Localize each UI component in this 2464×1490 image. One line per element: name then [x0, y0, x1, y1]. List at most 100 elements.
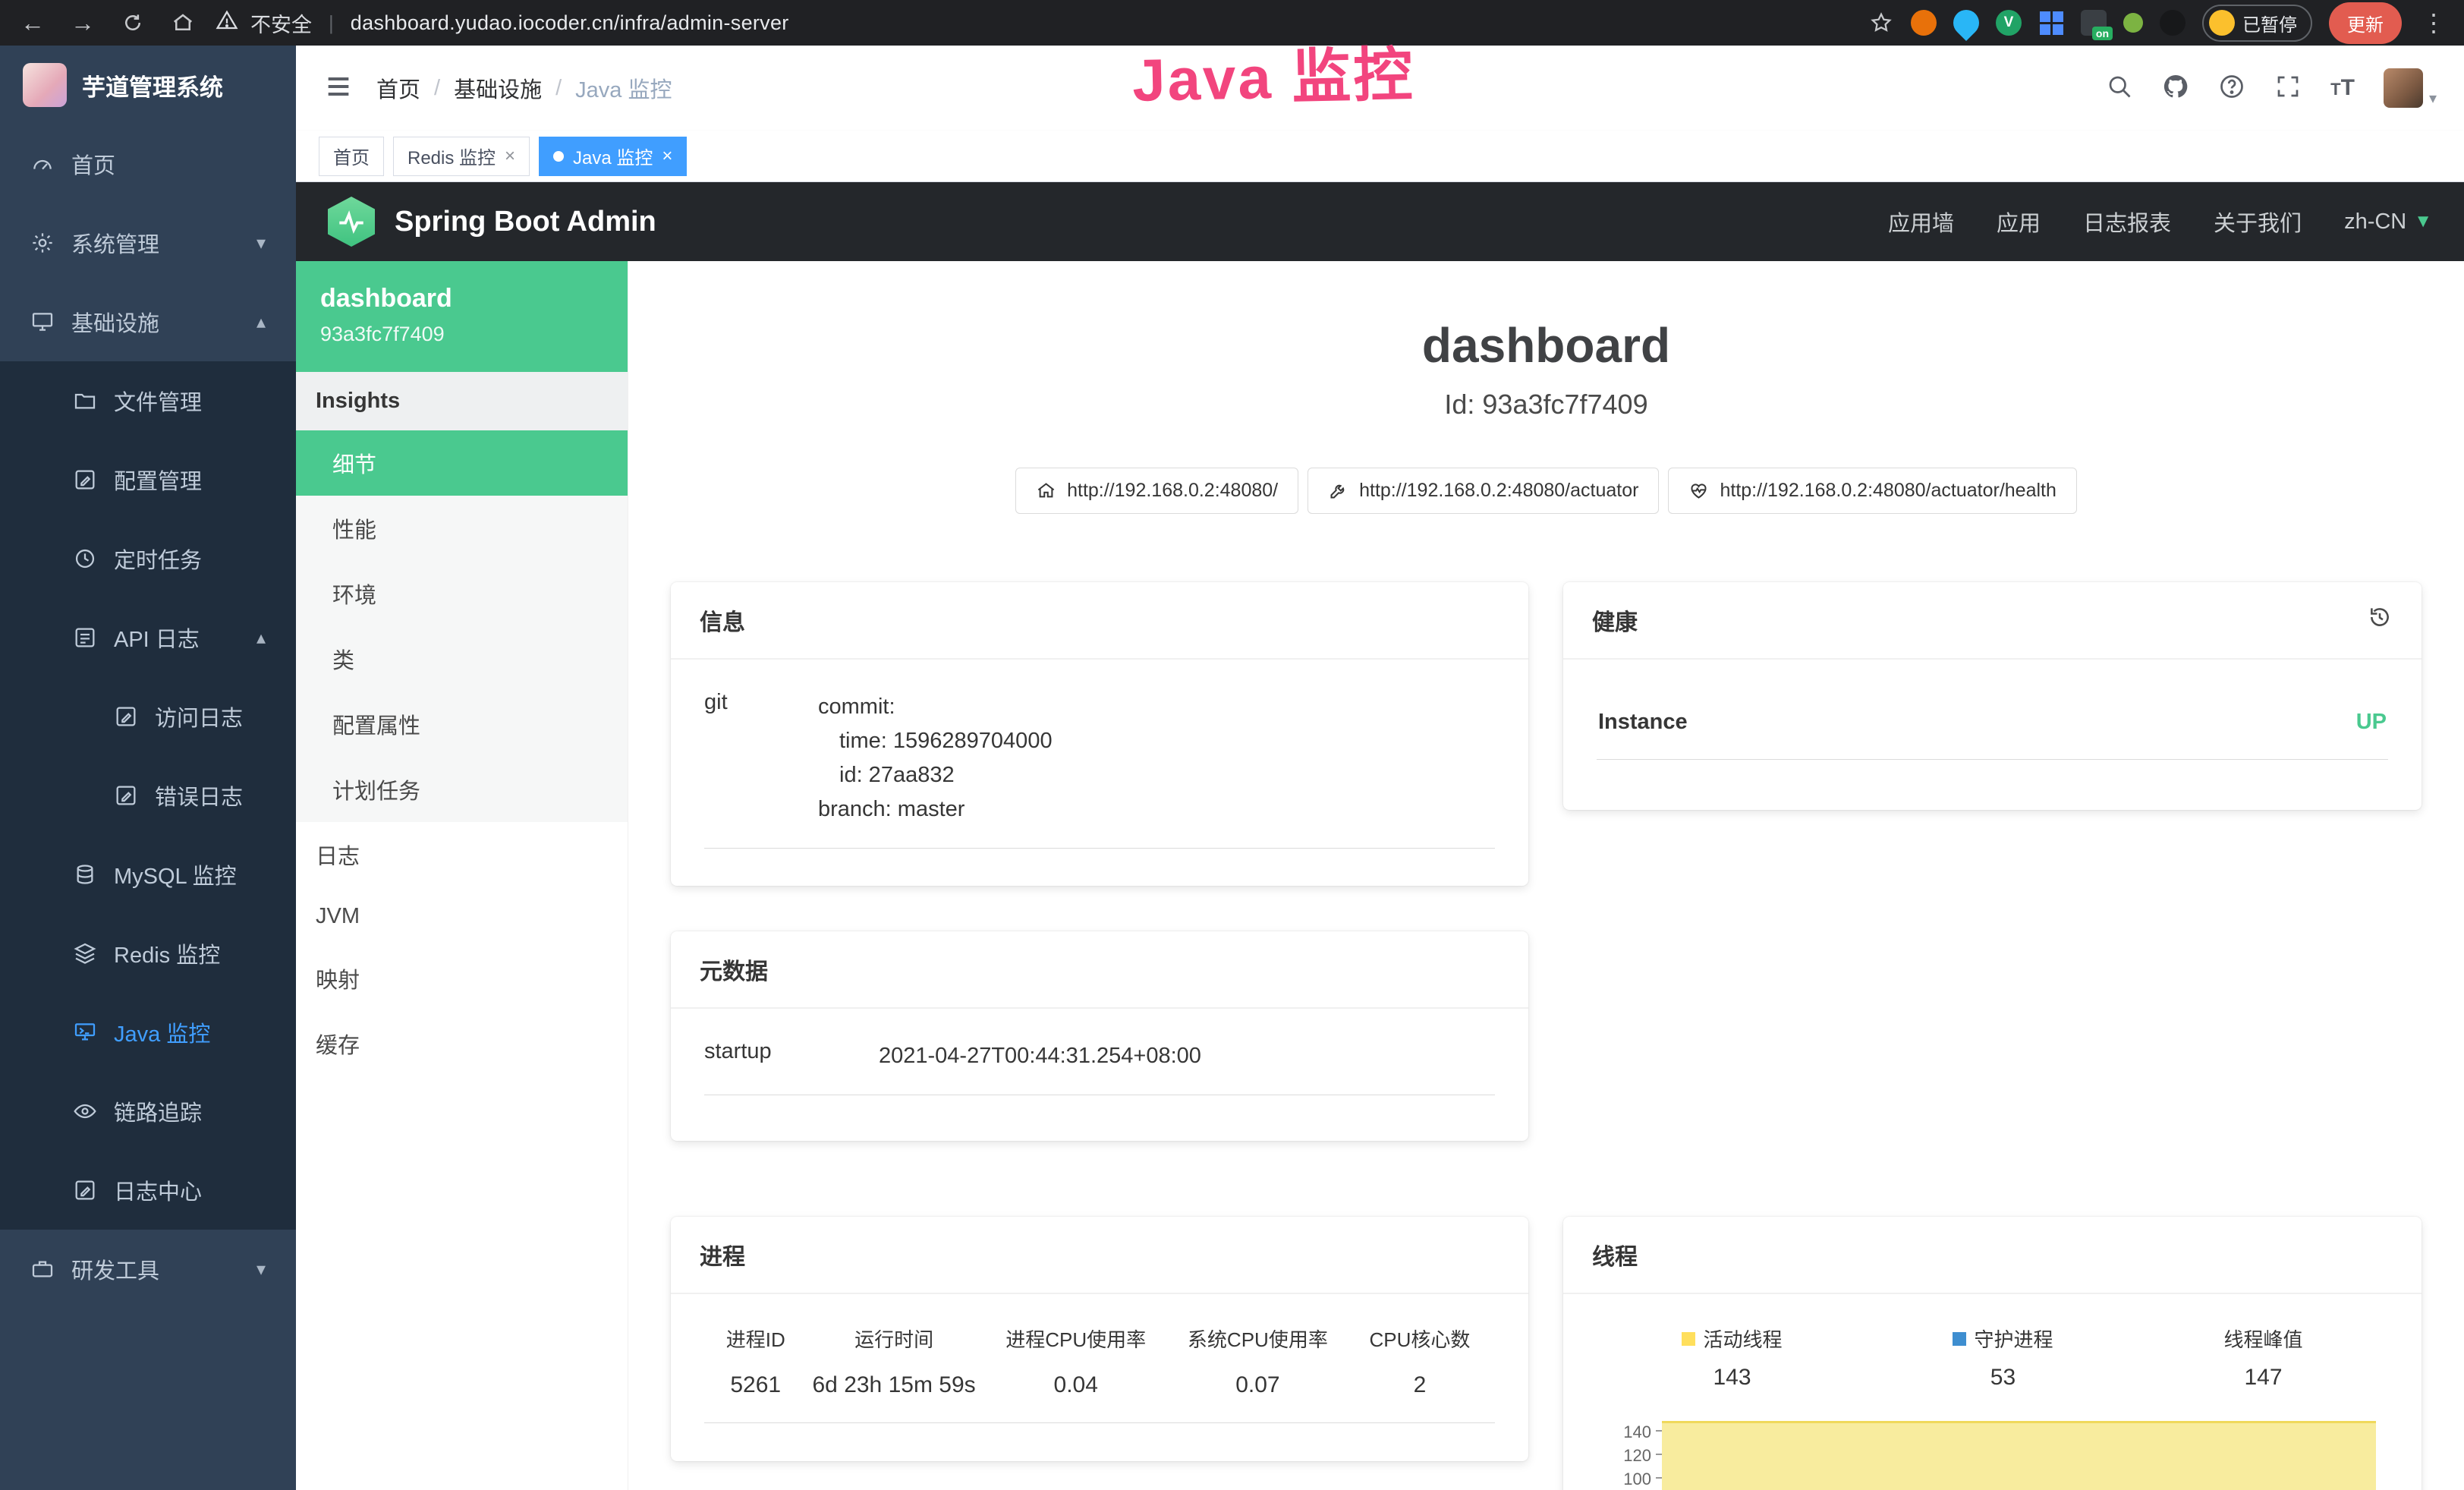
reload-icon[interactable]: [115, 5, 150, 40]
sidebar-item-file[interactable]: 文件管理: [0, 361, 296, 440]
instance-id: 93a3fc7f7409: [320, 323, 603, 346]
sba-item-configprops[interactable]: 配置属性: [296, 691, 628, 757]
sba-item-logfile[interactable]: 日志: [296, 822, 628, 887]
close-icon[interactable]: ×: [662, 146, 672, 167]
doc-edit-icon: [114, 783, 138, 808]
breadcrumb-home[interactable]: 首页: [376, 72, 420, 104]
github-icon[interactable]: [2162, 73, 2189, 104]
sba-item-details[interactable]: 细节: [296, 430, 628, 496]
sba-locale-select[interactable]: zh-CN ▼: [2344, 209, 2432, 235]
tab-label: Java 监控: [573, 143, 653, 169]
actuator-url-button[interactable]: http://192.168.0.2:48080/actuator: [1308, 468, 1659, 514]
extension-dark-icon[interactable]: [2160, 10, 2186, 36]
breadcrumb-infra[interactable]: 基础设施: [454, 72, 542, 104]
service-url-button[interactable]: http://192.168.0.2:48080/: [1015, 468, 1298, 514]
doc-edit-icon: [73, 1178, 97, 1202]
extension-grid-icon[interactable]: [2038, 10, 2064, 36]
log-icon: [73, 625, 97, 650]
bookmark-star-icon[interactable]: [1868, 10, 1894, 36]
git-time-line: time: 1596289704000: [818, 724, 1495, 758]
legend-peak: 线程峰值 147: [2223, 1325, 2302, 1391]
sba-item-mappings[interactable]: 映射: [296, 946, 628, 1011]
active-dot-icon: [553, 151, 564, 162]
forward-icon[interactable]: →: [65, 5, 100, 40]
health-url-button[interactable]: http://192.168.0.2:48080/actuator/health: [1668, 468, 2076, 514]
sidebar-item-config[interactable]: 配置管理: [0, 440, 296, 519]
back-icon[interactable]: ←: [15, 5, 50, 40]
home-icon[interactable]: [165, 5, 200, 40]
profile-paused-badge[interactable]: 已暂停: [2202, 5, 2312, 42]
user-menu[interactable]: ▾: [2384, 68, 2437, 108]
metadata-card: 元数据 startup 2021-04-27T00:44:31.254+08:0…: [671, 931, 1528, 1141]
sidebar-item-mysql[interactable]: MySQL 监控: [0, 835, 296, 914]
tab-label: 首页: [333, 143, 370, 169]
sba-item-env[interactable]: 环境: [296, 561, 628, 626]
tab-java[interactable]: Java 监控 ×: [539, 137, 687, 176]
sba-item-jvm[interactable]: JVM: [296, 887, 628, 946]
sidebar-item-apilog[interactable]: API 日志 ▴: [0, 598, 296, 677]
sba-item-caches[interactable]: 缓存: [296, 1011, 628, 1076]
gauge-icon: [30, 152, 55, 176]
fullscreen-icon[interactable]: [2274, 73, 2302, 104]
sidebar-item-label: Java 监控: [114, 1016, 210, 1048]
locale-label: zh-CN: [2344, 209, 2406, 235]
tab-redis[interactable]: Redis 监控 ×: [393, 137, 530, 176]
extension-leaf-icon[interactable]: [2123, 13, 2143, 33]
search-icon[interactable]: [2106, 73, 2133, 104]
sba-group-insights: Insights: [296, 372, 628, 430]
history-icon[interactable]: [2367, 604, 2393, 636]
health-card: 健康 Instance UP: [1563, 582, 2422, 810]
chevron-down-icon: ▾: [256, 1258, 266, 1281]
sidebar-item-home[interactable]: 首页: [0, 124, 296, 203]
sba-item-classes[interactable]: 类: [296, 626, 628, 691]
monitor-icon: [30, 310, 55, 334]
browser-menu-icon[interactable]: ⋮: [2418, 8, 2449, 37]
sba-nav-journal[interactable]: 日志报表: [2083, 206, 2171, 238]
git-branch-line: branch: master: [818, 792, 1495, 827]
sidebar-item-system[interactable]: 系统管理 ▾: [0, 203, 296, 282]
breadcrumb-separator: /: [555, 76, 562, 101]
sba-nav-wallboard[interactable]: 应用墙: [1888, 206, 1954, 238]
extension-orange-icon[interactable]: [1911, 10, 1937, 36]
sidebar-item-java[interactable]: Java 监控: [0, 993, 296, 1072]
threads-chart-y-axis: 140 120 100: [1597, 1416, 1662, 1490]
sidebar-toggle-icon[interactable]: [323, 71, 354, 106]
sidebar-item-redis[interactable]: Redis 监控: [0, 914, 296, 993]
edit-icon: [73, 468, 97, 492]
info-value: commit: time: 1596289704000 id: 27aa832 …: [818, 690, 1495, 827]
sba-sidebar: dashboard 93a3fc7f7409 Insights 细节 性能 环境…: [296, 261, 628, 1490]
metadata-key: startup: [704, 1039, 879, 1073]
annotation-text: Java 监控: [1131, 27, 1415, 118]
live-threads-area: [1662, 1421, 2376, 1490]
chrome-update-button[interactable]: 更新: [2329, 2, 2402, 44]
sidebar-item-label: 定时任务: [114, 543, 202, 575]
health-instance-label: Instance: [1598, 710, 1688, 735]
tab-home[interactable]: 首页: [319, 137, 384, 176]
help-icon[interactable]: [2218, 73, 2245, 104]
home-icon: [1036, 480, 1056, 501]
sidebar-item-infra[interactable]: 基础设施 ▴: [0, 282, 296, 361]
extension-ublock-icon[interactable]: on: [2081, 10, 2107, 36]
sidebar-item-accesslog[interactable]: 访问日志: [0, 677, 296, 756]
sidebar-item-errorlog[interactable]: 错误日志: [0, 756, 296, 835]
sidebar-item-job[interactable]: 定时任务: [0, 519, 296, 598]
sidebar-item-trace[interactable]: 链路追踪: [0, 1072, 296, 1151]
app-brand-label: 芋道管理系统: [82, 68, 223, 102]
sidebar-item-label: API 日志: [114, 622, 200, 654]
app-brand[interactable]: 芋道管理系统: [0, 46, 296, 124]
sba-brand[interactable]: Spring Boot Admin: [395, 206, 656, 238]
sidebar-item-logcenter[interactable]: 日志中心: [0, 1151, 296, 1230]
sidebar-item-devtools[interactable]: 研发工具 ▾: [0, 1230, 296, 1309]
sidebar-item-label: 链路追踪: [114, 1095, 202, 1127]
address-bar[interactable]: 不安全 | dashboard.yudao.iocoder.cn/infra/a…: [216, 8, 1853, 38]
close-icon[interactable]: ×: [505, 146, 515, 167]
extension-vue-devtools-icon[interactable]: V: [1996, 10, 2022, 36]
sba-item-metrics[interactable]: 性能: [296, 496, 628, 561]
font-size-icon[interactable]: TT: [2330, 75, 2355, 101]
sba-nav-about[interactable]: 关于我们: [2214, 206, 2302, 238]
sba-item-scheduled[interactable]: 计划任务: [296, 757, 628, 822]
sba-nav-applications[interactable]: 应用: [1997, 206, 2041, 238]
sba-instance-header[interactable]: dashboard 93a3fc7f7409: [296, 261, 628, 372]
extension-drop-icon[interactable]: [1948, 5, 1984, 41]
threads-card-title: 线程: [1592, 1238, 1638, 1271]
